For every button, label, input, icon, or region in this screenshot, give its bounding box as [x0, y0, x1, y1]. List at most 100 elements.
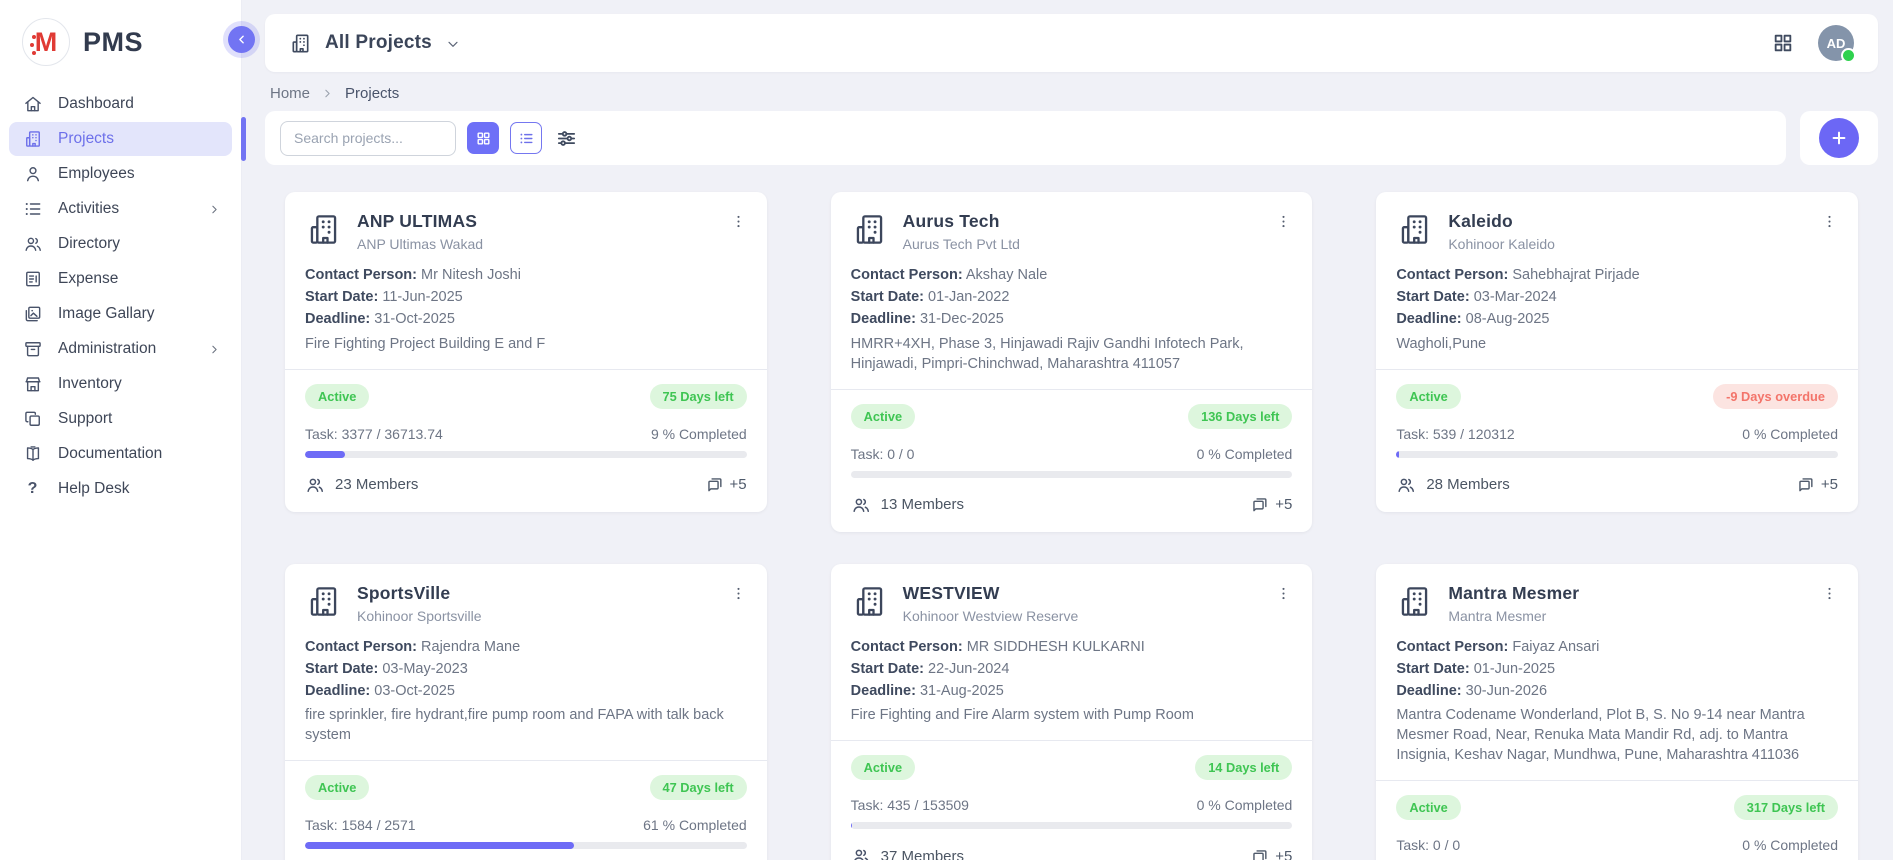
task-count: Task: 435 / 153509: [851, 797, 969, 813]
home-icon: [22, 94, 43, 115]
chat-icon: [1250, 847, 1269, 860]
sidebar-item-dashboard[interactable]: Dashboard: [9, 87, 232, 121]
store-icon: [22, 374, 43, 395]
archive-icon: [22, 339, 43, 360]
progress-bar: [305, 451, 747, 458]
sidebar-item-label: Activities: [58, 200, 119, 218]
card-menu-button[interactable]: [724, 582, 753, 608]
comments-button[interactable]: +5: [1250, 847, 1292, 860]
search-input[interactable]: [280, 121, 456, 156]
add-project-button[interactable]: [1819, 118, 1859, 158]
task-count: Task: 3377 / 36713.74: [305, 426, 443, 442]
sidebar-item-label: Employees: [58, 165, 135, 183]
chevron-left-icon: [235, 33, 248, 46]
sidebar-item-expense[interactable]: Expense: [9, 262, 232, 296]
start-date-row: Start Date: 03-Mar-2024: [1396, 289, 1836, 307]
page-title: All Projects: [325, 32, 432, 54]
card-menu-button[interactable]: [1815, 210, 1844, 236]
sidebar-item-projects[interactable]: Projects: [9, 122, 232, 156]
card-menu-button[interactable]: [1815, 582, 1844, 608]
chat-icon: [1796, 475, 1815, 494]
project-card-sportsville[interactable]: SportsVille Kohinoor Sportsville Contact…: [285, 564, 767, 860]
breadcrumb-home[interactable]: Home: [270, 85, 310, 102]
top-header: All Projects AD: [265, 14, 1878, 72]
sidebar-nav: Dashboard Projects Employees Activities …: [0, 82, 241, 511]
sidebar-item-image-gallary[interactable]: Image Gallary: [9, 297, 232, 331]
chevron-right-icon: [208, 203, 221, 216]
card-menu-button[interactable]: [1269, 210, 1298, 236]
deadline-row: Deadline: 03-Oct-2025: [305, 683, 745, 701]
project-title: WESTVIEW: [903, 583, 1079, 604]
sidebar-item-employees[interactable]: Employees: [9, 157, 232, 191]
contact-person-row: Contact Person: Sahebhajrat Pirjade: [1396, 267, 1836, 285]
comments-button[interactable]: +5: [705, 475, 747, 494]
project-card-kaleido[interactable]: Kaleido Kohinoor Kaleido Contact Person:…: [1376, 192, 1858, 512]
members-count: 23 Members: [305, 475, 418, 495]
card-menu-button[interactable]: [1269, 582, 1298, 608]
sidebar-item-administration[interactable]: Administration: [9, 332, 232, 366]
sidebar-item-support[interactable]: Support: [9, 402, 232, 436]
sidebar-item-label: Support: [58, 410, 112, 428]
list-view-button[interactable]: [510, 122, 542, 154]
project-card-anp-ultimas[interactable]: ANP ULTIMAS ANP Ultimas Wakad Contact Pe…: [285, 192, 767, 512]
sidebar-item-help-desk[interactable]: ? Help Desk: [9, 472, 232, 506]
comments-button[interactable]: +5: [1250, 495, 1292, 514]
progress-fill: [851, 822, 853, 829]
user-icon: [22, 164, 43, 185]
project-description: Fire Fighting Project Building E and F: [305, 334, 745, 354]
completed-percent: 0 % Completed: [1197, 446, 1293, 462]
contact-person-row: Contact Person: Faiyaz Ansari: [1396, 639, 1836, 657]
sidebar-item-directory[interactable]: Directory: [9, 227, 232, 261]
apps-grid-icon[interactable]: [1772, 32, 1794, 54]
grid-icon: [475, 130, 492, 147]
progress-fill: [305, 842, 574, 849]
project-cards-grid: ANP ULTIMAS ANP Ultimas Wakad Contact Pe…: [265, 165, 1878, 860]
progress-bar: [851, 822, 1293, 829]
sidebar-collapse-button[interactable]: [228, 26, 255, 53]
completed-percent: 0 % Completed: [1742, 837, 1838, 853]
sidebar-item-activities[interactable]: Activities: [9, 192, 232, 226]
project-title: ANP ULTIMAS: [357, 211, 483, 232]
deadline-row: Deadline: 31-Aug-2025: [851, 683, 1291, 701]
app-name: PMS: [83, 27, 143, 58]
project-description: Wagholi,Pune: [1396, 334, 1836, 354]
project-card-aurus-tech[interactable]: Aurus Tech Aurus Tech Pvt Ltd Contact Pe…: [831, 192, 1313, 532]
comments-button[interactable]: +5: [1796, 475, 1838, 494]
chevron-right-icon: [321, 87, 334, 100]
sidebar-item-label: Inventory: [58, 375, 122, 393]
completed-percent: 9 % Completed: [651, 426, 747, 442]
sidebar-item-inventory[interactable]: Inventory: [9, 367, 232, 401]
task-count: Task: 539 / 120312: [1396, 426, 1514, 442]
days-badge: 14 Days left: [1195, 755, 1292, 780]
sidebar-item-label: Help Desk: [58, 480, 130, 498]
progress-fill: [1396, 451, 1399, 458]
start-date-row: Start Date: 01-Jun-2025: [1396, 661, 1836, 679]
members-icon: [305, 475, 325, 495]
start-date-row: Start Date: 03-May-2023: [305, 661, 745, 679]
status-badge: Active: [1396, 384, 1460, 409]
project-title: Aurus Tech: [903, 211, 1020, 232]
chevron-down-icon[interactable]: [445, 36, 461, 52]
receipt-icon: [22, 269, 43, 290]
project-description: HMRR+4XH, Phase 3, Hinjawadi Rajiv Gandh…: [851, 334, 1291, 374]
project-subtitle: Aurus Tech Pvt Ltd: [903, 236, 1020, 252]
grid-view-button[interactable]: [467, 122, 499, 154]
project-card-mantra-mesmer[interactable]: Mantra Mesmer Mantra Mesmer Contact Pers…: [1376, 564, 1858, 860]
filter-sliders-icon[interactable]: [555, 127, 578, 150]
progress-bar: [1396, 451, 1838, 458]
copy-icon: [22, 409, 43, 430]
card-menu-button[interactable]: [724, 210, 753, 236]
user-avatar[interactable]: AD: [1818, 25, 1854, 61]
sidebar-item-label: Expense: [58, 270, 118, 288]
status-badge: Active: [851, 404, 915, 429]
sidebar-item-documentation[interactable]: Documentation: [9, 437, 232, 471]
main-content: All Projects AD Home Projects: [242, 0, 1893, 860]
users-icon: [22, 234, 43, 255]
chat-icon: [705, 475, 724, 494]
building-icon: [851, 211, 888, 248]
task-count: Task: 0 / 0: [851, 446, 915, 462]
status-badge: Active: [1396, 795, 1460, 820]
completed-percent: 0 % Completed: [1197, 797, 1293, 813]
project-card-westview[interactable]: WESTVIEW Kohinoor Westview Reserve Conta…: [831, 564, 1313, 860]
deadline-row: Deadline: 31-Oct-2025: [305, 311, 745, 329]
